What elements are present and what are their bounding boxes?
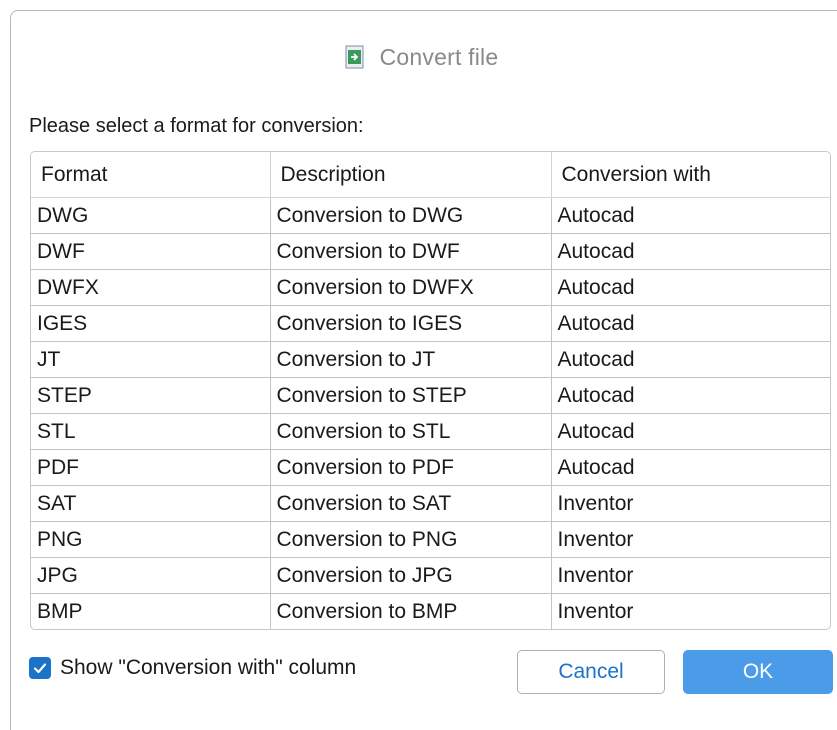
column-header-format[interactable]: Format xyxy=(31,152,271,198)
conversion-with-cell: Autocad xyxy=(551,377,830,414)
description-cell: Conversion to STL xyxy=(270,413,552,450)
conversion-with-cell: Autocad xyxy=(551,305,830,342)
format-cell: DWFX xyxy=(31,269,271,306)
conversion-with-cell: Autocad xyxy=(551,269,830,306)
table-row[interactable]: PNG Conversion to PNG Inventor xyxy=(31,521,830,558)
format-prompt: Please select a format for conversion: xyxy=(29,115,364,137)
show-conversion-column-label: Show "Conversion with" column xyxy=(60,656,357,679)
table-row[interactable]: DWF Conversion to DWF Autocad xyxy=(31,233,830,270)
dialog-title-bar: Convert file xyxy=(11,39,831,75)
column-header-conversion-with[interactable]: Conversion with xyxy=(551,152,830,198)
description-cell: Conversion to DWF xyxy=(270,233,552,270)
table-row[interactable]: JPG Conversion to JPG Inventor xyxy=(31,557,830,594)
conversion-with-cell: Autocad xyxy=(551,413,830,450)
format-cell: STEP xyxy=(31,377,271,414)
conversion-with-cell: Inventor xyxy=(551,557,830,594)
conversion-with-cell: Inventor xyxy=(551,593,830,629)
conversion-with-cell: Inventor xyxy=(551,521,830,558)
table-row[interactable]: STEP Conversion to STEP Autocad xyxy=(31,377,830,414)
table-header-row: Format Description Conversion with xyxy=(31,152,830,198)
description-cell: Conversion to DWG xyxy=(270,197,552,234)
conversion-with-cell: Autocad xyxy=(551,449,830,486)
format-cell: PDF xyxy=(31,449,271,486)
show-conversion-column-checkbox[interactable] xyxy=(29,657,51,679)
table-row[interactable]: JT Conversion to JT Autocad xyxy=(31,341,830,378)
description-cell: Conversion to STEP xyxy=(270,377,552,414)
description-cell: Conversion to BMP xyxy=(270,593,552,629)
ok-button[interactable]: OK xyxy=(683,650,833,694)
description-cell: Conversion to PNG xyxy=(270,521,552,558)
conversion-with-cell: Autocad xyxy=(551,233,830,270)
format-cell: DWG xyxy=(31,197,271,234)
column-header-description[interactable]: Description xyxy=(270,152,552,198)
convert-file-dialog: Convert file Please select a format for … xyxy=(10,10,837,730)
description-cell: Conversion to IGES xyxy=(270,305,552,342)
description-cell: Conversion to PDF xyxy=(270,449,552,486)
format-cell: JPG xyxy=(31,557,271,594)
format-cell: DWF xyxy=(31,233,271,270)
convert-file-icon xyxy=(344,45,366,69)
checkmark-icon xyxy=(33,663,47,674)
conversion-with-cell: Inventor xyxy=(551,485,830,522)
format-cell: STL xyxy=(31,413,271,450)
conversion-with-cell: Autocad xyxy=(551,341,830,378)
description-cell: Conversion to JPG xyxy=(270,557,552,594)
table-row[interactable]: BMP Conversion to BMP Inventor xyxy=(31,593,830,629)
cancel-button[interactable]: Cancel xyxy=(517,650,665,694)
description-cell: Conversion to SAT xyxy=(270,485,552,522)
description-cell: Conversion to JT xyxy=(270,341,552,378)
format-cell: PNG xyxy=(31,521,271,558)
table-row[interactable]: SAT Conversion to SAT Inventor xyxy=(31,485,830,522)
format-cell: JT xyxy=(31,341,271,378)
dialog-title: Convert file xyxy=(379,43,499,70)
format-cell: BMP xyxy=(31,593,271,629)
format-cell: SAT xyxy=(31,485,271,522)
show-conversion-column-option[interactable]: Show "Conversion with" column xyxy=(29,656,356,680)
table-row[interactable]: IGES Conversion to IGES Autocad xyxy=(31,305,830,342)
description-cell: Conversion to DWFX xyxy=(270,269,552,306)
format-table: Format Description Conversion with DWG Co… xyxy=(30,151,831,630)
table-row[interactable]: DWFX Conversion to DWFX Autocad xyxy=(31,269,830,306)
table-row[interactable]: PDF Conversion to PDF Autocad xyxy=(31,449,830,486)
table-row[interactable]: STL Conversion to STL Autocad xyxy=(31,413,830,450)
table-row[interactable]: DWG Conversion to DWG Autocad xyxy=(31,197,830,234)
format-cell: IGES xyxy=(31,305,271,342)
conversion-with-cell: Autocad xyxy=(551,197,830,234)
